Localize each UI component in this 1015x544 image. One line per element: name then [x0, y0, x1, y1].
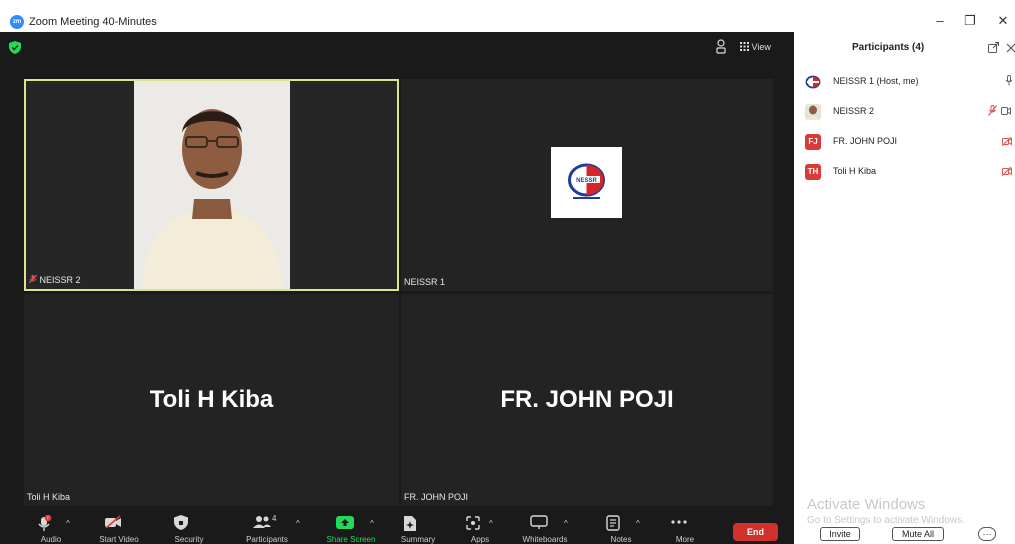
grid-icon	[740, 42, 749, 51]
notes-icon	[606, 515, 620, 531]
profile-logo-card: NESSR	[551, 147, 622, 218]
meeting-toolbar: ! ^ Audio Start Video Security 4 ^ Parti…	[0, 512, 794, 544]
panel-close-icon[interactable]	[1006, 43, 1015, 53]
tile-name: NEISSR 1	[404, 277, 446, 287]
participant-avatar-initials: TH	[805, 164, 821, 180]
avatar-photo	[805, 104, 821, 120]
notes-options-caret[interactable]: ^	[636, 519, 640, 528]
view-button[interactable]: View	[740, 39, 771, 55]
participant-name: NEISSR 1 (Host, me)	[833, 76, 919, 86]
participant-avatar-initials: FJ	[805, 134, 821, 150]
apps-icon	[466, 516, 480, 530]
muted-mic-icon[interactable]	[988, 105, 997, 116]
minimize-button[interactable]: –	[927, 13, 953, 29]
video-tile-toli[interactable]: Toli H Kiba Toli H Kiba	[24, 294, 399, 506]
close-button[interactable]: ✕	[990, 13, 1015, 29]
participant-name: Toli H Kiba	[833, 166, 877, 176]
view-label: View	[751, 42, 771, 52]
tile-display-name: Toli H Kiba	[149, 386, 274, 413]
share-options-caret[interactable]: ^	[370, 519, 374, 528]
more-options-button[interactable]: ···	[978, 527, 996, 541]
zoom-logo-icon: zm	[10, 15, 24, 29]
svg-text:!: !	[47, 516, 48, 522]
audio-options-caret[interactable]: ^	[66, 519, 70, 528]
tile-name: Toli H Kiba	[27, 492, 71, 502]
zoom-window: zm Zoom Meeting 40-Minutes – ❐ ✕ View NE…	[0, 0, 1015, 544]
participant-name: FR. JOHN POJI	[833, 136, 898, 146]
more-label: More	[675, 535, 695, 544]
mute-all-button[interactable]: Mute All	[892, 527, 944, 541]
security-label: Security	[174, 535, 204, 544]
encryption-shield-icon[interactable]	[9, 41, 21, 54]
participant-row[interactable]: NEISSR 1 (Host, me)	[794, 72, 1015, 92]
participants-button[interactable]: 4 ^ Participants	[246, 514, 300, 544]
activate-windows-subtitle: Go to Settings to activate Windows.	[807, 515, 965, 526]
tile-name: NEISSR 2	[39, 275, 81, 285]
participants-label: Participants	[246, 535, 288, 544]
title-bar: zm Zoom Meeting 40-Minutes – ❐ ✕	[0, 0, 1015, 32]
immersive-view-icon[interactable]	[716, 39, 726, 55]
end-meeting-button[interactable]: End	[733, 523, 778, 541]
video-icon[interactable]	[1001, 107, 1011, 115]
participants-count: 4	[272, 514, 277, 523]
security-button[interactable]: Security	[174, 515, 203, 544]
participant-video-frame	[134, 81, 290, 289]
audio-button[interactable]: ! ^ Audio	[36, 514, 70, 544]
tile-display-name: FR. JOHN POJI	[500, 386, 674, 413]
participants-icon	[253, 516, 271, 528]
participants-options-caret[interactable]: ^	[296, 519, 300, 528]
summary-icon	[404, 516, 416, 531]
share-screen-button[interactable]: ^ Share Screen	[327, 515, 375, 544]
video-off-icon[interactable]	[1002, 167, 1012, 176]
notes-button[interactable]: ^ Notes	[606, 515, 640, 544]
activate-windows-title: Activate Windows	[807, 496, 926, 513]
popout-icon[interactable]	[988, 42, 999, 53]
participant-row[interactable]: FJ FR. JOHN POJI	[794, 132, 1015, 152]
apps-button[interactable]: ^ Apps	[465, 515, 493, 544]
whiteboards-button[interactable]: ^ Whiteboards	[523, 515, 568, 544]
tile-name-tag: NEISSR 2	[28, 274, 81, 286]
more-dots-icon	[671, 520, 687, 524]
mic-icon: !	[38, 514, 52, 531]
neissr-logo-icon: NESSR	[568, 163, 605, 199]
participant-row[interactable]: TH Toli H Kiba	[794, 162, 1015, 182]
video-tile-neissr1[interactable]: NESSR NEISSR 1	[401, 79, 773, 291]
muted-mic-icon	[28, 274, 38, 284]
video-tile-john[interactable]: FR. JOHN POJI FR. JOHN POJI	[401, 294, 773, 506]
neissr-avatar-icon	[805, 75, 821, 89]
more-button[interactable]: More	[670, 515, 694, 544]
video-tile-neissr2[interactable]: NEISSR 2	[24, 79, 399, 291]
whiteboard-icon	[530, 515, 548, 529]
apps-options-caret[interactable]: ^	[489, 519, 493, 528]
logo-text: NESSR	[576, 178, 597, 184]
video-off-icon[interactable]	[1002, 137, 1012, 146]
window-title: Zoom Meeting 40-Minutes	[29, 16, 157, 28]
restore-button[interactable]: ❐	[957, 13, 983, 29]
participant-name: NEISSR 2	[833, 106, 875, 116]
meeting-area: View NEISSR 2 NESSR NEISSR 1 Toli H Kiba…	[0, 32, 794, 512]
participant-row[interactable]: NEISSR 2	[794, 102, 1015, 122]
summary-button[interactable]: Summary	[401, 515, 435, 544]
share-screen-icon	[336, 516, 354, 529]
mic-icon[interactable]	[1005, 75, 1013, 86]
invite-button[interactable]: Invite	[820, 527, 860, 541]
tile-name: FR. JOHN POJI	[404, 492, 469, 502]
participant-video	[134, 81, 290, 289]
video-off-icon	[105, 515, 121, 529]
start-video-button[interactable]: Start Video	[99, 515, 139, 544]
security-shield-icon	[174, 515, 188, 530]
participants-panel: Participants (4) NEISSR 1 (Host, me) NEI…	[794, 32, 1015, 544]
whiteboards-options-caret[interactable]: ^	[564, 519, 568, 528]
panel-title: Participants (4)	[852, 42, 925, 53]
